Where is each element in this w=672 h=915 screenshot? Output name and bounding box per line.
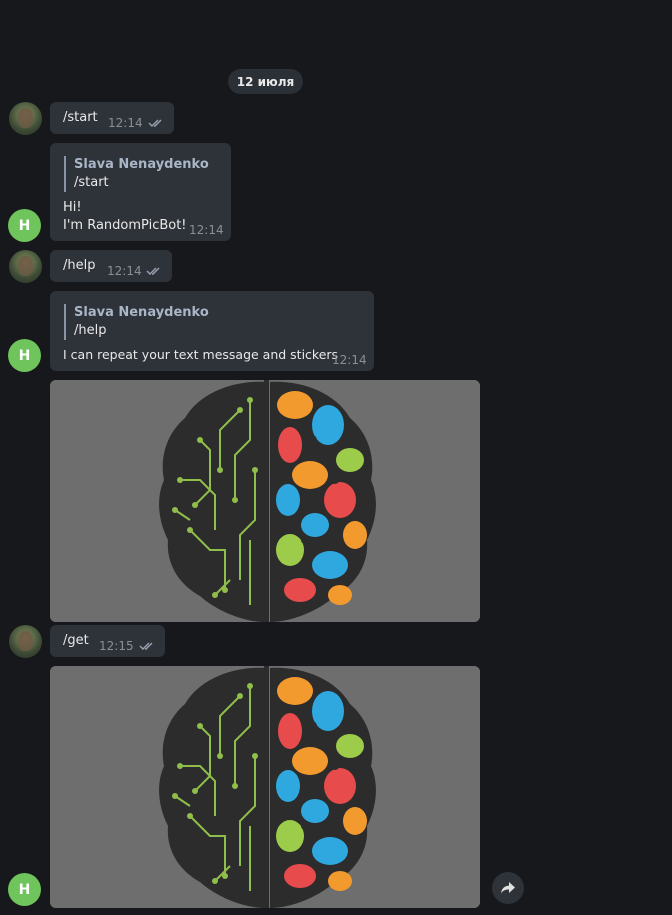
message-bubble[interactable]: /start 12:14	[50, 102, 174, 134]
share-button[interactable]	[492, 872, 524, 904]
reply-author: Slava Nenaydenko	[74, 157, 209, 172]
message-time: 12:14	[332, 353, 367, 367]
double-check-icon	[146, 267, 160, 275]
user-avatar[interactable]	[9, 625, 42, 658]
bot-avatar[interactable]: H	[8, 873, 41, 906]
message-bubble[interactable]: /help 12:14	[50, 250, 172, 282]
brain-circuit-image	[50, 380, 480, 622]
reply-quote[interactable]: Slava Nenaydenko /start	[64, 156, 209, 192]
photo-message[interactable]	[50, 380, 480, 622]
message-time: 12:14	[107, 264, 142, 278]
message-text-line: I'm RandomPicBot!	[63, 218, 187, 233]
brain-circuit-image	[50, 666, 480, 908]
message-bubble[interactable]: Slava Nenaydenko /start Hi! I'm RandomPi…	[50, 143, 231, 241]
bot-avatar[interactable]: H	[8, 209, 41, 242]
reply-author: Slava Nenaydenko	[74, 305, 209, 320]
message-text-line: I can repeat your text message and stick…	[63, 347, 339, 362]
message-bubble[interactable]: /get 12:15	[50, 625, 165, 657]
reply-quote[interactable]: Slava Nenaydenko /help	[64, 304, 209, 340]
chat-history: 12 июля /start 12:14 H Slava Nenaydenko …	[0, 0, 672, 915]
message-time: 12:14	[189, 223, 224, 237]
message-time: 12:15	[99, 639, 134, 653]
message-bubble[interactable]: Slava Nenaydenko /help I can repeat your…	[50, 291, 374, 371]
date-separator: 12 июля	[228, 69, 303, 94]
share-arrow-icon	[501, 882, 515, 894]
bot-avatar[interactable]: H	[8, 339, 41, 372]
double-check-icon	[148, 119, 162, 127]
double-check-icon	[139, 642, 153, 650]
message-text: /get	[63, 633, 89, 648]
message-text: /help	[63, 258, 96, 273]
user-avatar[interactable]	[9, 250, 42, 283]
message-text-line: Hi!	[63, 200, 82, 215]
reply-text: /help	[74, 323, 107, 338]
message-time: 12:14	[108, 116, 143, 130]
photo-message[interactable]	[50, 666, 480, 908]
user-avatar[interactable]	[9, 102, 42, 135]
message-text: /start	[63, 110, 98, 125]
reply-text: /start	[74, 175, 109, 190]
